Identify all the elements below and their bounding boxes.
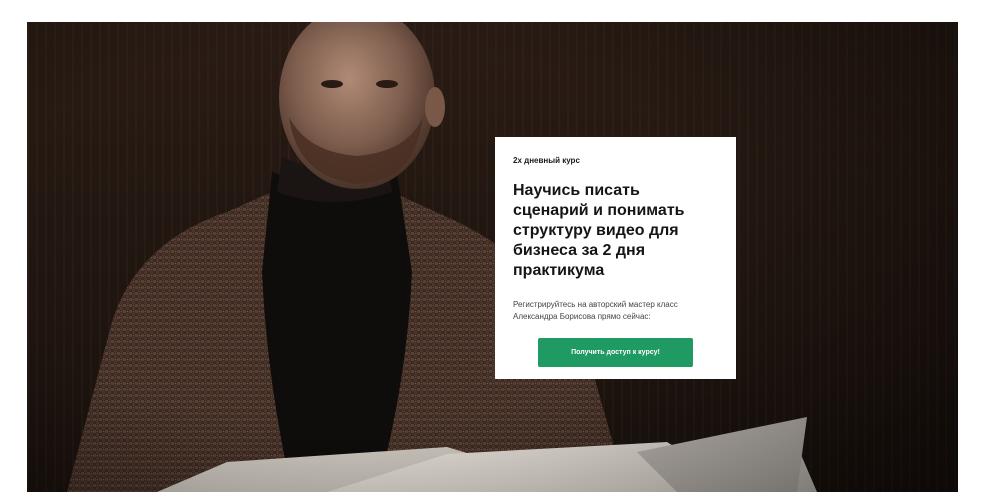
hero-section <box>27 22 958 492</box>
course-headline: Научись писать сценарий и понимать струк… <box>513 182 685 279</box>
get-access-button[interactable]: Получить доступ к курсу! <box>538 338 693 367</box>
hero-photo <box>27 22 958 492</box>
course-duration-label: 2х дневный курс <box>513 156 580 165</box>
signup-card: 2х дневный курс Научись писать сценарий … <box>495 137 736 379</box>
course-description: Регистрируйтесь на авторский мастер клас… <box>513 300 678 321</box>
